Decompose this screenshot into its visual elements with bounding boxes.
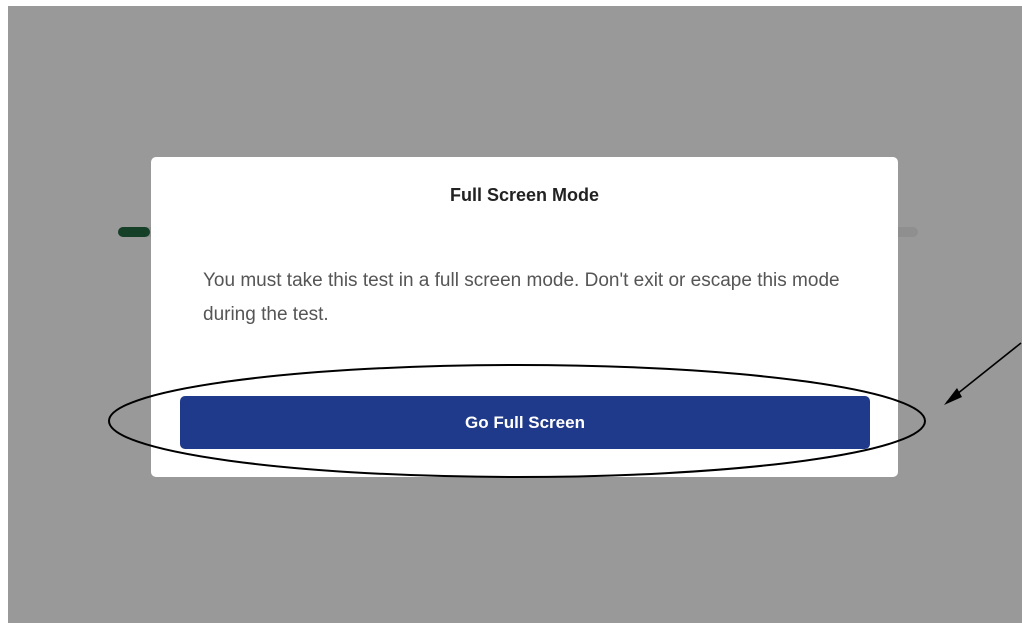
- go-full-screen-button[interactable]: Go Full Screen: [180, 396, 870, 449]
- fullscreen-overlay: Full Screen Mode You must take this test…: [8, 6, 1022, 623]
- full-screen-modal: Full Screen Mode You must take this test…: [151, 157, 898, 477]
- background-progress-fill: [118, 227, 150, 237]
- modal-message: You must take this test in a full screen…: [203, 270, 840, 325]
- modal-title: Full Screen Mode: [449, 185, 600, 205]
